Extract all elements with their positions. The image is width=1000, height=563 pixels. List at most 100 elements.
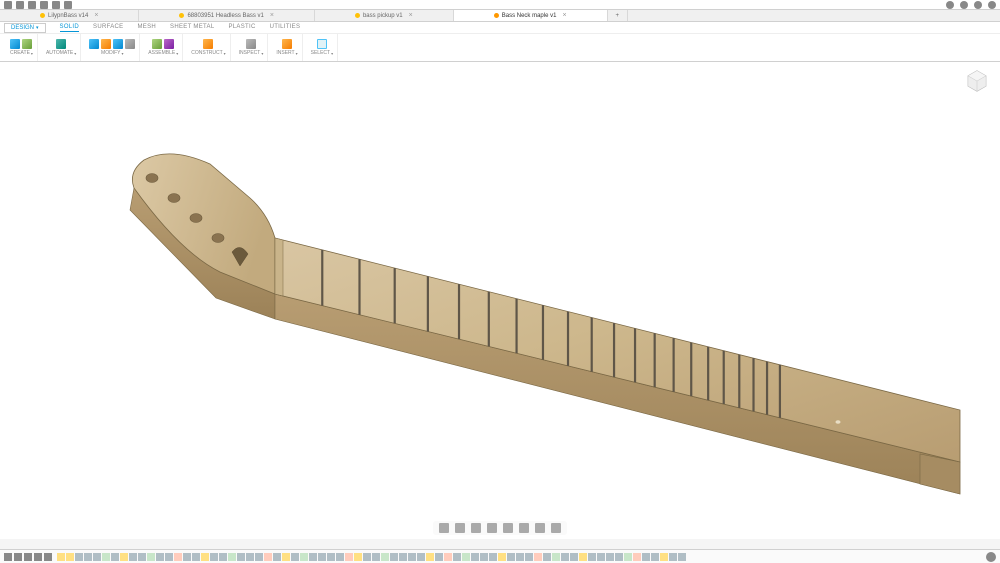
tool-icon[interactable]	[113, 39, 123, 49]
timeline-feature[interactable]	[282, 553, 290, 561]
close-icon[interactable]: ×	[94, 12, 98, 19]
close-icon[interactable]: ×	[562, 12, 566, 19]
tool-icon[interactable]	[203, 39, 213, 49]
timeline-feature[interactable]	[516, 553, 524, 561]
fit-icon[interactable]	[503, 523, 513, 533]
timeline-feature[interactable]	[102, 553, 110, 561]
tool-icon[interactable]	[317, 39, 327, 49]
timeline-feature[interactable]	[273, 553, 281, 561]
group-label[interactable]: ASSEMBLE	[148, 50, 178, 56]
user-icon[interactable]	[974, 1, 982, 9]
timeline-feature[interactable]	[174, 553, 182, 561]
timeline-feature[interactable]	[399, 553, 407, 561]
timeline-feature[interactable]	[129, 553, 137, 561]
timeline-feature[interactable]	[327, 553, 335, 561]
timeline-feature[interactable]	[489, 553, 497, 561]
timeline-feature[interactable]	[678, 553, 686, 561]
timeline-feature[interactable]	[642, 553, 650, 561]
play-icon[interactable]	[24, 553, 32, 561]
group-label[interactable]: CREATE	[10, 50, 33, 56]
timeline-feature[interactable]	[615, 553, 623, 561]
timeline-feature[interactable]	[408, 553, 416, 561]
timeline-feature[interactable]	[309, 553, 317, 561]
timeline-feature[interactable]	[300, 553, 308, 561]
timeline-feature[interactable]	[633, 553, 641, 561]
workspace-switcher[interactable]: DESIGN▾	[4, 23, 46, 33]
timeline-feature[interactable]	[390, 553, 398, 561]
snap-icon[interactable]	[551, 523, 561, 533]
notif-icon[interactable]	[960, 1, 968, 9]
timeline-feature[interactable]	[246, 553, 254, 561]
grid-icon[interactable]	[535, 523, 545, 533]
timeline-feature[interactable]	[93, 553, 101, 561]
timeline-feature[interactable]	[237, 553, 245, 561]
timeline-feature[interactable]	[381, 553, 389, 561]
timeline-feature[interactable]	[426, 553, 434, 561]
document-tab[interactable]: bass pickup v1×	[315, 10, 454, 21]
zoom-icon[interactable]	[487, 523, 497, 533]
help-icon[interactable]	[988, 1, 996, 9]
pan-icon[interactable]	[471, 523, 481, 533]
model-bass-neck[interactable]	[120, 142, 970, 522]
timeline-feature[interactable]	[291, 553, 299, 561]
view-cube[interactable]	[964, 68, 990, 94]
save-icon[interactable]	[28, 1, 36, 9]
close-icon[interactable]: ×	[270, 12, 274, 19]
timeline-feature[interactable]	[156, 553, 164, 561]
timeline-feature[interactable]	[480, 553, 488, 561]
ribbon-tab-plastic[interactable]: PLASTIC	[228, 24, 255, 32]
tool-icon[interactable]	[246, 39, 256, 49]
timeline-feature[interactable]	[363, 553, 371, 561]
first-icon[interactable]	[4, 553, 12, 561]
timeline-feature[interactable]	[651, 553, 659, 561]
timeline-feature[interactable]	[543, 553, 551, 561]
close-icon[interactable]: ×	[409, 12, 413, 19]
timeline-feature[interactable]	[462, 553, 470, 561]
tool-icon[interactable]	[164, 39, 174, 49]
timeline-feature[interactable]	[120, 553, 128, 561]
document-tab[interactable]: LilypnBass v14×	[0, 10, 139, 21]
timeline-feature[interactable]	[138, 553, 146, 561]
menu-icon[interactable]	[64, 1, 72, 9]
document-tab[interactable]: 68803951 Headless Bass v1×	[139, 10, 314, 21]
document-tab[interactable]: Bass Neck maple v1×	[454, 10, 608, 21]
timeline-feature[interactable]	[201, 553, 209, 561]
timeline-feature[interactable]	[534, 553, 542, 561]
timeline-feature[interactable]	[345, 553, 353, 561]
ribbon-tab-solid[interactable]: SOLID	[60, 24, 80, 32]
timeline-feature[interactable]	[210, 553, 218, 561]
tool-icon[interactable]	[101, 39, 111, 49]
timeline-feature[interactable]	[561, 553, 569, 561]
timeline-feature[interactable]	[417, 553, 425, 561]
display-icon[interactable]	[519, 523, 529, 533]
timeline-feature[interactable]	[624, 553, 632, 561]
undo-icon[interactable]	[40, 1, 48, 9]
group-label[interactable]: MODIFY	[101, 50, 123, 56]
group-label[interactable]: AUTOMATE	[46, 50, 76, 56]
timeline-feature[interactable]	[165, 553, 173, 561]
timeline-feature[interactable]	[498, 553, 506, 561]
timeline-feature[interactable]	[264, 553, 272, 561]
timeline-feature[interactable]	[453, 553, 461, 561]
timeline-feature[interactable]	[147, 553, 155, 561]
redo-icon[interactable]	[52, 1, 60, 9]
tool-icon[interactable]	[152, 39, 162, 49]
timeline-feature[interactable]	[84, 553, 92, 561]
timeline-feature[interactable]	[75, 553, 83, 561]
timeline-feature[interactable]	[435, 553, 443, 561]
tool-icon[interactable]	[10, 39, 20, 49]
timeline-feature[interactable]	[660, 553, 668, 561]
next-icon[interactable]	[34, 553, 42, 561]
timeline-feature[interactable]	[183, 553, 191, 561]
tool-icon[interactable]	[22, 39, 32, 49]
timeline-feature[interactable]	[192, 553, 200, 561]
timeline-feature[interactable]	[597, 553, 605, 561]
timeline-settings-icon[interactable]	[986, 552, 996, 562]
look-icon[interactable]	[455, 523, 465, 533]
ribbon-tab-mesh[interactable]: MESH	[138, 24, 157, 32]
timeline-feature[interactable]	[111, 553, 119, 561]
ribbon-tab-utilities[interactable]: UTILITIES	[270, 24, 301, 32]
new-tab-button[interactable]: +	[608, 10, 629, 21]
tool-icon[interactable]	[89, 39, 99, 49]
timeline-feature[interactable]	[255, 553, 263, 561]
